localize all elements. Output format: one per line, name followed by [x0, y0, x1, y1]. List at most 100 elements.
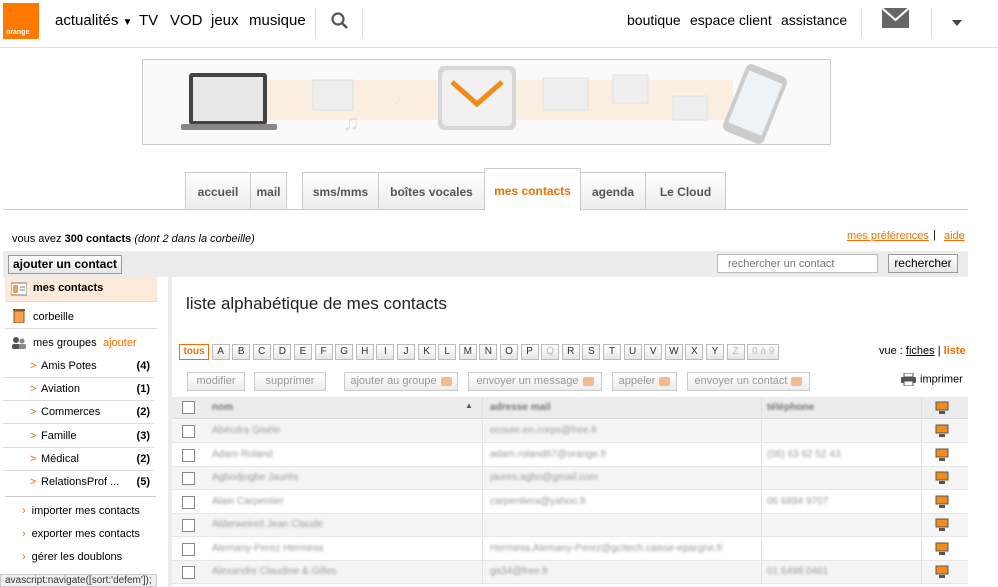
sidebar-item-corbeille[interactable]: corbeille — [5, 305, 157, 327]
letter-filter-button[interactable]: Z — [726, 344, 745, 360]
tab-le-cloud[interactable]: Le Cloud — [645, 172, 726, 210]
computer-icon[interactable] — [935, 495, 949, 509]
computer-icon[interactable] — [935, 471, 949, 485]
letter-filter-button[interactable]: D — [273, 344, 292, 360]
letter-filter-button[interactable]: N — [479, 344, 498, 360]
table-row[interactable]: Adam Roland adam.roland67@orange.fr (06) 6… — [172, 443, 968, 467]
letter-filter-button[interactable]: I — [376, 344, 395, 360]
group-item[interactable]: > Médical (2) — [3, 448, 154, 471]
nav-actualites[interactable]: actualités ▼ — [55, 12, 132, 29]
letter-filter-button[interactable]: T — [603, 344, 621, 360]
letter-filter-button[interactable]: R — [561, 344, 580, 360]
computer-icon[interactable] — [935, 542, 949, 556]
letter-filter-button[interactable]: E — [294, 344, 312, 360]
row-checkbox[interactable] — [182, 472, 195, 485]
preferences-link[interactable]: mes préférences — [847, 230, 929, 242]
sort-up-icon[interactable]: ▲ — [465, 401, 473, 410]
letter-filter-button[interactable]: O — [500, 344, 518, 360]
help-link[interactable]: aide — [944, 230, 965, 242]
import-contacts-link[interactable]: › importer mes contacts — [22, 505, 140, 517]
row-checkbox[interactable] — [182, 425, 195, 438]
table-row[interactable]: Alain Carpentier carpentiera@yahoo.fr 06 6… — [172, 490, 968, 514]
column-email[interactable]: adresse mail — [490, 402, 551, 413]
nav-tv[interactable]: TV — [139, 12, 158, 29]
export-contacts-link[interactable]: › exporter mes contacts — [22, 528, 140, 540]
contact-name[interactable]: Alexandre Claudine & Gilles — [212, 566, 472, 577]
letter-filter-button[interactable]: M — [458, 344, 477, 360]
contact-email[interactable]: ecoute.en.corps@free.fr — [490, 425, 755, 436]
contact-name[interactable]: Alderweireit Jean Claude — [212, 519, 472, 530]
letter-filter-button[interactable]: G — [335, 344, 354, 360]
search-input[interactable] — [717, 254, 878, 273]
row-checkbox[interactable] — [182, 519, 195, 532]
print-button[interactable]: imprimer — [901, 372, 963, 387]
select-all-checkbox[interactable] — [182, 401, 195, 414]
letter-filter-button[interactable]: B — [232, 344, 251, 360]
letter-filter-button[interactable]: S — [582, 344, 601, 360]
send-message-button[interactable]: envoyer un message — [468, 372, 602, 391]
sidebar-item-mes-contacts[interactable]: mes contacts — [5, 277, 157, 301]
column-name[interactable]: nom — [212, 402, 233, 413]
nav-assistance[interactable]: assistance — [781, 12, 847, 28]
table-row[interactable]: Alderweireit Jean Claude — [172, 514, 968, 537]
search-button[interactable]: rechercher — [888, 254, 958, 273]
letter-filter-button[interactable]: V — [644, 344, 663, 360]
contact-email[interactable]: carpentiera@yahoo.fr — [490, 496, 755, 507]
letter-filter-button[interactable]: J — [397, 344, 415, 360]
contact-email[interactable]: adam.roland67@orange.fr — [490, 449, 755, 460]
letter-filter-button[interactable]: 0 à 9 — [747, 344, 780, 360]
letter-filter-button[interactable]: L — [438, 344, 457, 360]
delete-button[interactable]: supprimer — [254, 372, 326, 391]
group-item[interactable]: > Aviation (1) — [3, 378, 154, 401]
send-contact-button[interactable]: envoyer un contact — [687, 372, 810, 391]
add-group-link[interactable]: ajouter — [103, 337, 137, 349]
tab-agenda[interactable]: agenda — [580, 172, 646, 210]
row-checkbox[interactable] — [182, 495, 195, 509]
row-checkbox[interactable] — [182, 542, 195, 556]
group-item[interactable]: > Famille (3) — [3, 425, 154, 448]
contact-name[interactable]: Alemany-Perez Herminia — [212, 543, 472, 554]
tab-sms-mms[interactable]: sms/mms — [302, 172, 379, 210]
letter-filter-button[interactable]: F — [314, 344, 333, 360]
group-item[interactable]: > Commerces (2) — [3, 401, 154, 424]
contact-name[interactable]: Agbodjogbe Jaurès — [212, 472, 472, 483]
computer-icon[interactable] — [935, 424, 949, 438]
nav-musique[interactable]: musique — [249, 12, 306, 29]
computer-icon[interactable] — [935, 518, 949, 532]
group-item[interactable]: > Amis Potes (4) — [3, 355, 154, 378]
row-checkbox[interactable] — [182, 448, 195, 462]
mail-icon[interactable] — [882, 8, 909, 28]
letter-filter-button[interactable]: Q — [541, 344, 560, 360]
tab-accueil[interactable]: accueil — [185, 172, 251, 210]
column-phone[interactable]: téléphone — [767, 402, 814, 413]
group-item[interactable]: > RelationsProf ... (5) — [3, 471, 154, 494]
search-icon[interactable] — [331, 12, 349, 30]
nav-boutique[interactable]: boutique — [627, 12, 681, 28]
computer-icon[interactable] — [935, 448, 949, 462]
nav-espace-client[interactable]: espace client — [690, 12, 772, 28]
contact-name[interactable]: Alain Carpentier — [212, 496, 472, 507]
tab-boites-vocales[interactable]: boîtes vocales — [378, 172, 485, 210]
edit-button[interactable]: modifier — [187, 372, 245, 391]
add-contact-button[interactable]: ajouter un contact — [8, 255, 122, 274]
letter-filter-button[interactable]: W — [664, 344, 683, 360]
letter-filter-button[interactable]: U — [623, 344, 642, 360]
orange-logo[interactable]: orange — [3, 3, 39, 39]
nav-vod[interactable]: VOD — [170, 12, 203, 29]
table-row[interactable]: Agbodjogbe Jaurès jaures.agbo@gmail.com — [172, 467, 968, 490]
letter-filter-button[interactable]: K — [417, 344, 436, 360]
contact-name[interactable]: Adam Roland — [212, 449, 472, 460]
letter-filter-button[interactable]: Y — [706, 344, 724, 360]
call-button[interactable]: appeler — [612, 372, 677, 391]
table-row[interactable]: Alemany-Perez Herminia Herminia.Alemany-P… — [172, 537, 968, 561]
contact-email[interactable]: Herminia.Alemany-Perez@gcitech.caisse-ep… — [490, 543, 755, 554]
manage-duplicates-link[interactable]: › gérer les doublons — [22, 551, 122, 563]
letter-filter-button[interactable]: X — [685, 344, 704, 360]
letter-filter-button[interactable]: tous — [179, 344, 209, 360]
contact-name[interactable]: Abécdra Gisèle — [212, 425, 472, 436]
letter-filter-button[interactable]: C — [252, 344, 271, 360]
letter-filter-button[interactable]: H — [355, 344, 374, 360]
letter-filter-button[interactable]: A — [211, 344, 230, 360]
computer-icon[interactable] — [935, 565, 949, 579]
contact-email[interactable]: ga34@free.fr — [490, 566, 755, 577]
